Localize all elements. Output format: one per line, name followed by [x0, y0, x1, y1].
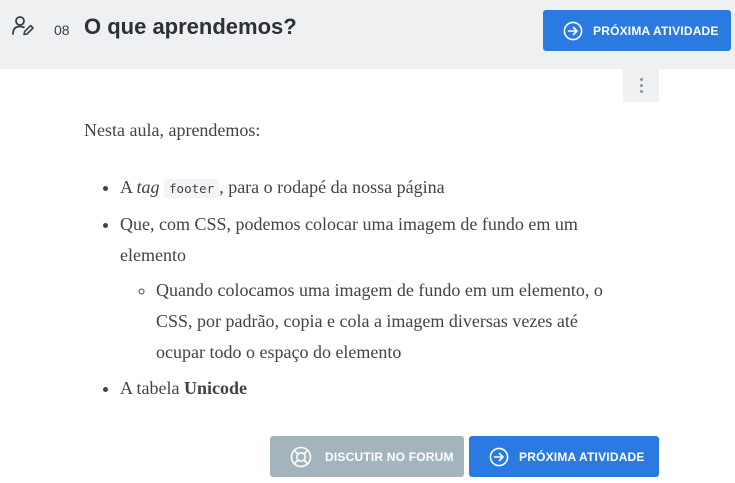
arrow-circle-right-icon — [489, 447, 509, 466]
next-activity-label: PRÓXIMA ATIVIDADE — [593, 23, 719, 38]
task-number: 08 — [54, 22, 70, 38]
task-person-edit-icon — [12, 16, 34, 36]
list-item: A tag footer, para o rodapé da nossa pág… — [120, 172, 604, 204]
arrow-circle-right-icon — [563, 21, 583, 40]
emphasis-tag: tag — [136, 177, 160, 197]
page-title: O que aprendemos? — [84, 14, 297, 39]
activity-header: 08 O que aprendemos? PRÓXIMA ATIVIDADE — [0, 0, 735, 69]
bold-unicode: Unicode — [183, 378, 247, 398]
lesson-content: Nesta aula, aprendemos: A tag footer, pa… — [84, 116, 604, 409]
code-footer: footer — [164, 179, 220, 198]
next-activity-button[interactable]: PRÓXIMA ATIVIDADE — [543, 10, 731, 51]
lifebuoy-icon — [290, 446, 312, 467]
next-activity-button-bottom[interactable]: PRÓXIMA ATIVIDADE — [469, 436, 659, 477]
kebab-menu-icon[interactable] — [623, 69, 659, 102]
discuss-forum-button[interactable]: DISCUTIR NO FORUM — [270, 436, 464, 477]
list-item: A tabela Unicode — [120, 373, 604, 404]
next-activity-label: PRÓXIMA ATIVIDADE — [519, 449, 645, 464]
list-item: Que, com CSS, podemos colocar uma imagem… — [120, 209, 604, 368]
sub-list-item: Quando colocamos uma imagem de fundo em … — [156, 275, 604, 368]
discuss-forum-label: DISCUTIR NO FORUM — [325, 449, 454, 464]
learning-list: A tag footer, para o rodapé da nossa pág… — [84, 172, 604, 404]
sub-list: Quando colocamos uma imagem de fundo em … — [120, 275, 604, 368]
intro-text: Nesta aula, aprendemos: — [84, 120, 261, 140]
